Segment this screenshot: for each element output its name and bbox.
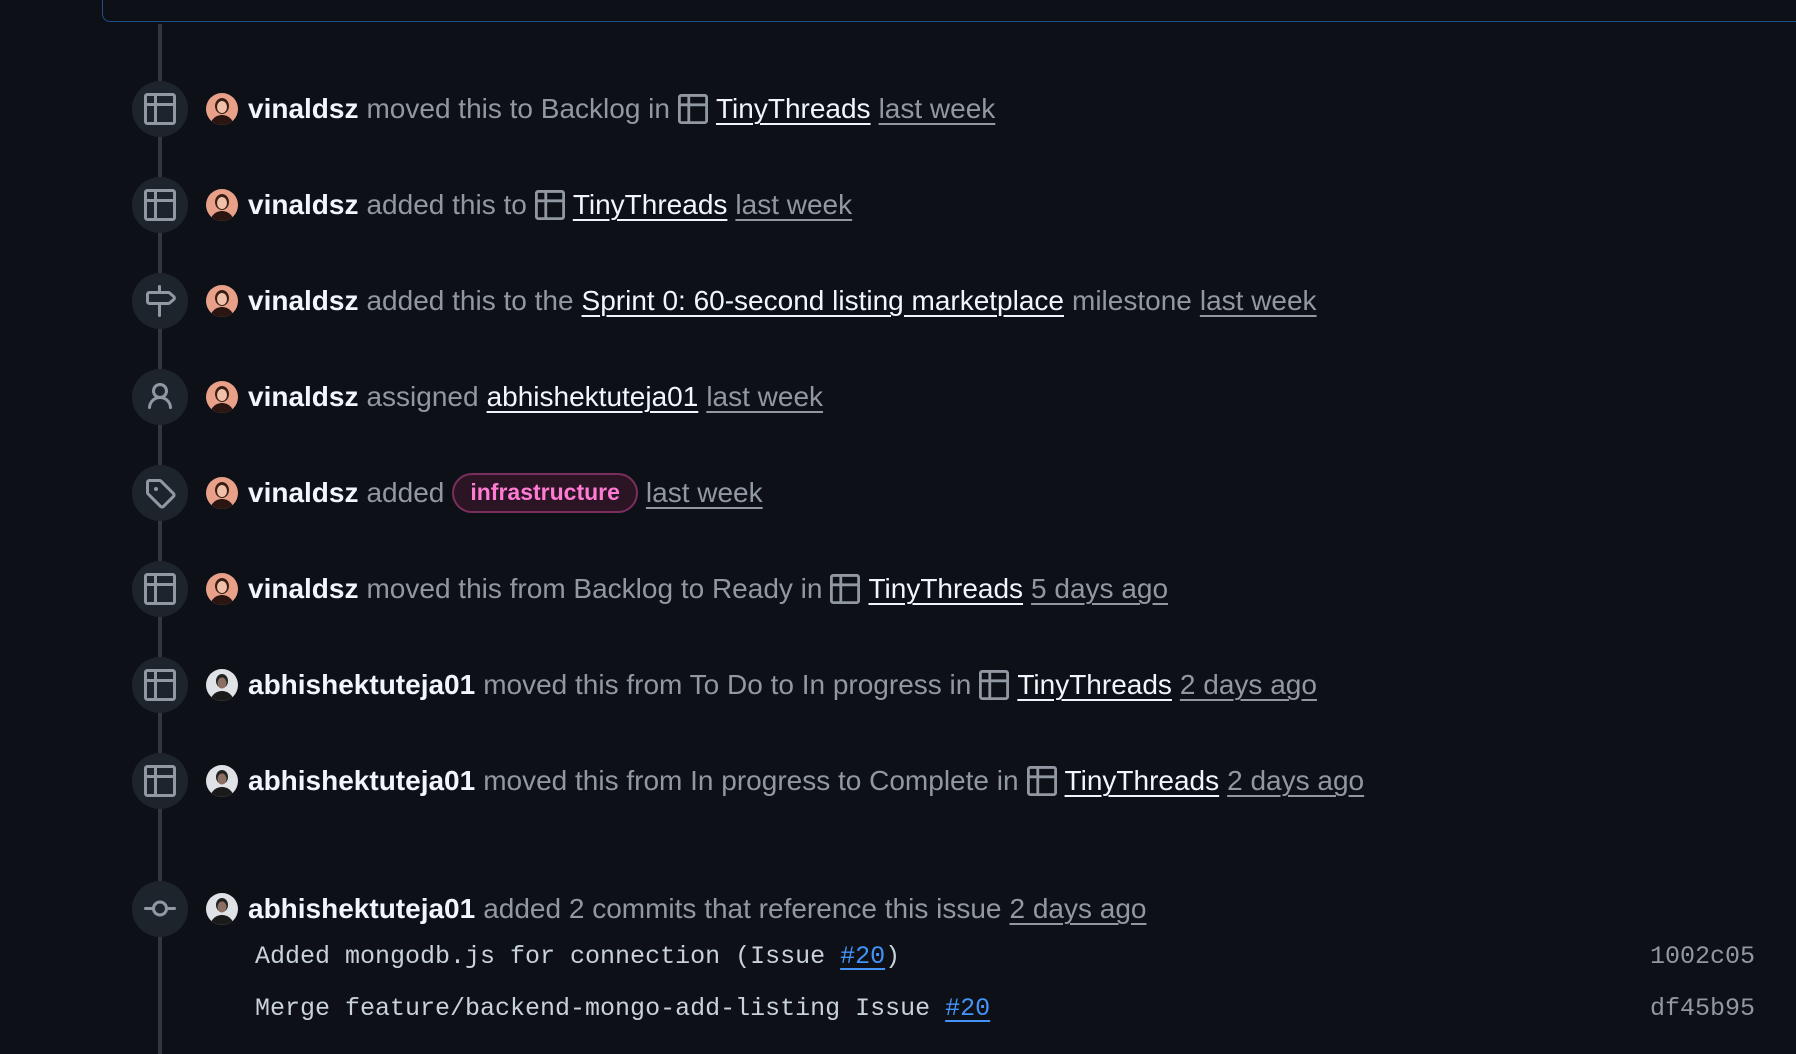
table-icon bbox=[534, 190, 565, 220]
actor-link[interactable]: abhishektuteja01 bbox=[248, 669, 475, 701]
comment-box-bottom bbox=[102, 0, 1796, 22]
table-icon bbox=[132, 753, 188, 809]
tag-icon bbox=[132, 465, 188, 521]
commit-message-end: ) bbox=[885, 941, 901, 971]
event-description: added this to the bbox=[366, 285, 574, 316]
avatar[interactable] bbox=[206, 573, 238, 605]
event-description: assigned bbox=[366, 381, 479, 412]
avatar[interactable] bbox=[206, 477, 238, 509]
timeline-event-assigned: vinaldsz assigned abhishektuteja01 last … bbox=[0, 359, 1796, 425]
event-description: added bbox=[366, 477, 445, 508]
timestamp-link[interactable]: 5 days ago bbox=[1031, 573, 1168, 605]
actor-link[interactable]: vinaldsz bbox=[248, 381, 358, 413]
label-infrastructure[interactable]: infrastructure bbox=[452, 473, 638, 513]
issue-reference-link[interactable]: #20 bbox=[840, 942, 885, 971]
actor-link[interactable]: abhishektuteja01 bbox=[248, 765, 475, 797]
timestamp-link[interactable]: last week bbox=[646, 477, 763, 509]
event-description: added 2 commits that reference this issu… bbox=[483, 893, 1002, 924]
timeline-event-project-moved: vinaldsz moved this from Backlog to Read… bbox=[0, 551, 1796, 617]
commit-sha-link[interactable]: 1002c05 bbox=[1650, 942, 1755, 971]
timeline-event-project-moved: abhishektuteja01 moved this from In prog… bbox=[0, 743, 1796, 809]
actor-link[interactable]: abhishektuteja01 bbox=[248, 893, 475, 925]
actor-link[interactable]: vinaldsz bbox=[248, 189, 358, 221]
timeline-event-milestone: vinaldsz added this to the Sprint 0: 60-… bbox=[0, 263, 1796, 329]
table-icon bbox=[1026, 766, 1057, 796]
table-icon bbox=[132, 657, 188, 713]
avatar[interactable] bbox=[206, 669, 238, 701]
timeline-event-commits: abhishektuteja01 added 2 commits that re… bbox=[0, 871, 1796, 937]
table-icon bbox=[830, 574, 861, 604]
timestamp-link[interactable]: last week bbox=[735, 189, 852, 221]
avatar[interactable] bbox=[206, 381, 238, 413]
timestamp-link[interactable]: last week bbox=[706, 381, 823, 413]
project-link[interactable]: TinyThreads bbox=[716, 93, 871, 125]
timeline-event-project-moved: abhishektuteja01 moved this from To Do t… bbox=[0, 647, 1796, 713]
event-description: moved this from To Do to In progress in bbox=[483, 669, 972, 700]
event-description: moved this to Backlog in bbox=[366, 93, 670, 124]
commit-message[interactable]: Added mongodb.js for connection (Issue bbox=[255, 942, 840, 971]
actor-link[interactable]: vinaldsz bbox=[248, 285, 358, 317]
timeline-event-project-moved: vinaldsz moved this to Backlog in TinyTh… bbox=[0, 71, 1796, 137]
table-icon bbox=[132, 561, 188, 617]
avatar[interactable] bbox=[206, 93, 238, 125]
table-icon bbox=[979, 670, 1010, 700]
table-icon bbox=[132, 177, 188, 233]
person-icon bbox=[132, 369, 188, 425]
event-description: moved this from Backlog to Ready in bbox=[366, 573, 823, 604]
avatar[interactable] bbox=[206, 189, 238, 221]
avatar[interactable] bbox=[206, 285, 238, 317]
timestamp-link[interactable]: 2 days ago bbox=[1009, 893, 1146, 925]
project-link[interactable]: TinyThreads bbox=[573, 189, 728, 221]
issue-reference-link[interactable]: #20 bbox=[945, 994, 990, 1023]
timestamp-link[interactable]: 2 days ago bbox=[1227, 765, 1364, 797]
table-icon bbox=[677, 94, 708, 124]
avatar[interactable] bbox=[206, 893, 238, 925]
event-description: moved this from In progress to Complete … bbox=[483, 765, 1019, 796]
actor-link[interactable]: vinaldsz bbox=[248, 477, 358, 509]
timestamp-link[interactable]: 2 days ago bbox=[1180, 669, 1317, 701]
milestone-link[interactable]: Sprint 0: 60-second listing marketplace bbox=[582, 285, 1064, 317]
commit-sha-link[interactable]: df45b95 bbox=[1650, 994, 1755, 1023]
assignee-link[interactable]: abhishektuteja01 bbox=[487, 381, 699, 413]
event-description-suffix: milestone bbox=[1072, 285, 1192, 316]
timeline-event-project-added: vinaldsz added this to TinyThreads last … bbox=[0, 167, 1796, 233]
table-icon bbox=[132, 81, 188, 137]
project-link[interactable]: TinyThreads bbox=[868, 573, 1023, 605]
timeline-event-labeled: vinaldsz added infrastructure last week bbox=[0, 455, 1796, 521]
project-link[interactable]: TinyThreads bbox=[1017, 669, 1172, 701]
milestone-icon bbox=[132, 273, 188, 329]
commit-message[interactable]: Merge feature/backend-mongo-add-listing … bbox=[255, 994, 945, 1023]
avatar[interactable] bbox=[206, 765, 238, 797]
commit-row: Merge feature/backend-mongo-add-listing … bbox=[255, 988, 1755, 1028]
timestamp-link[interactable]: last week bbox=[879, 93, 996, 125]
event-description: added this to bbox=[366, 189, 527, 220]
git-commit-icon bbox=[132, 881, 188, 937]
actor-link[interactable]: vinaldsz bbox=[248, 573, 358, 605]
project-link[interactable]: TinyThreads bbox=[1065, 765, 1220, 797]
actor-link[interactable]: vinaldsz bbox=[248, 93, 358, 125]
commit-row: Added mongodb.js for connection (Issue #… bbox=[255, 936, 1755, 976]
timestamp-link[interactable]: last week bbox=[1200, 285, 1317, 317]
